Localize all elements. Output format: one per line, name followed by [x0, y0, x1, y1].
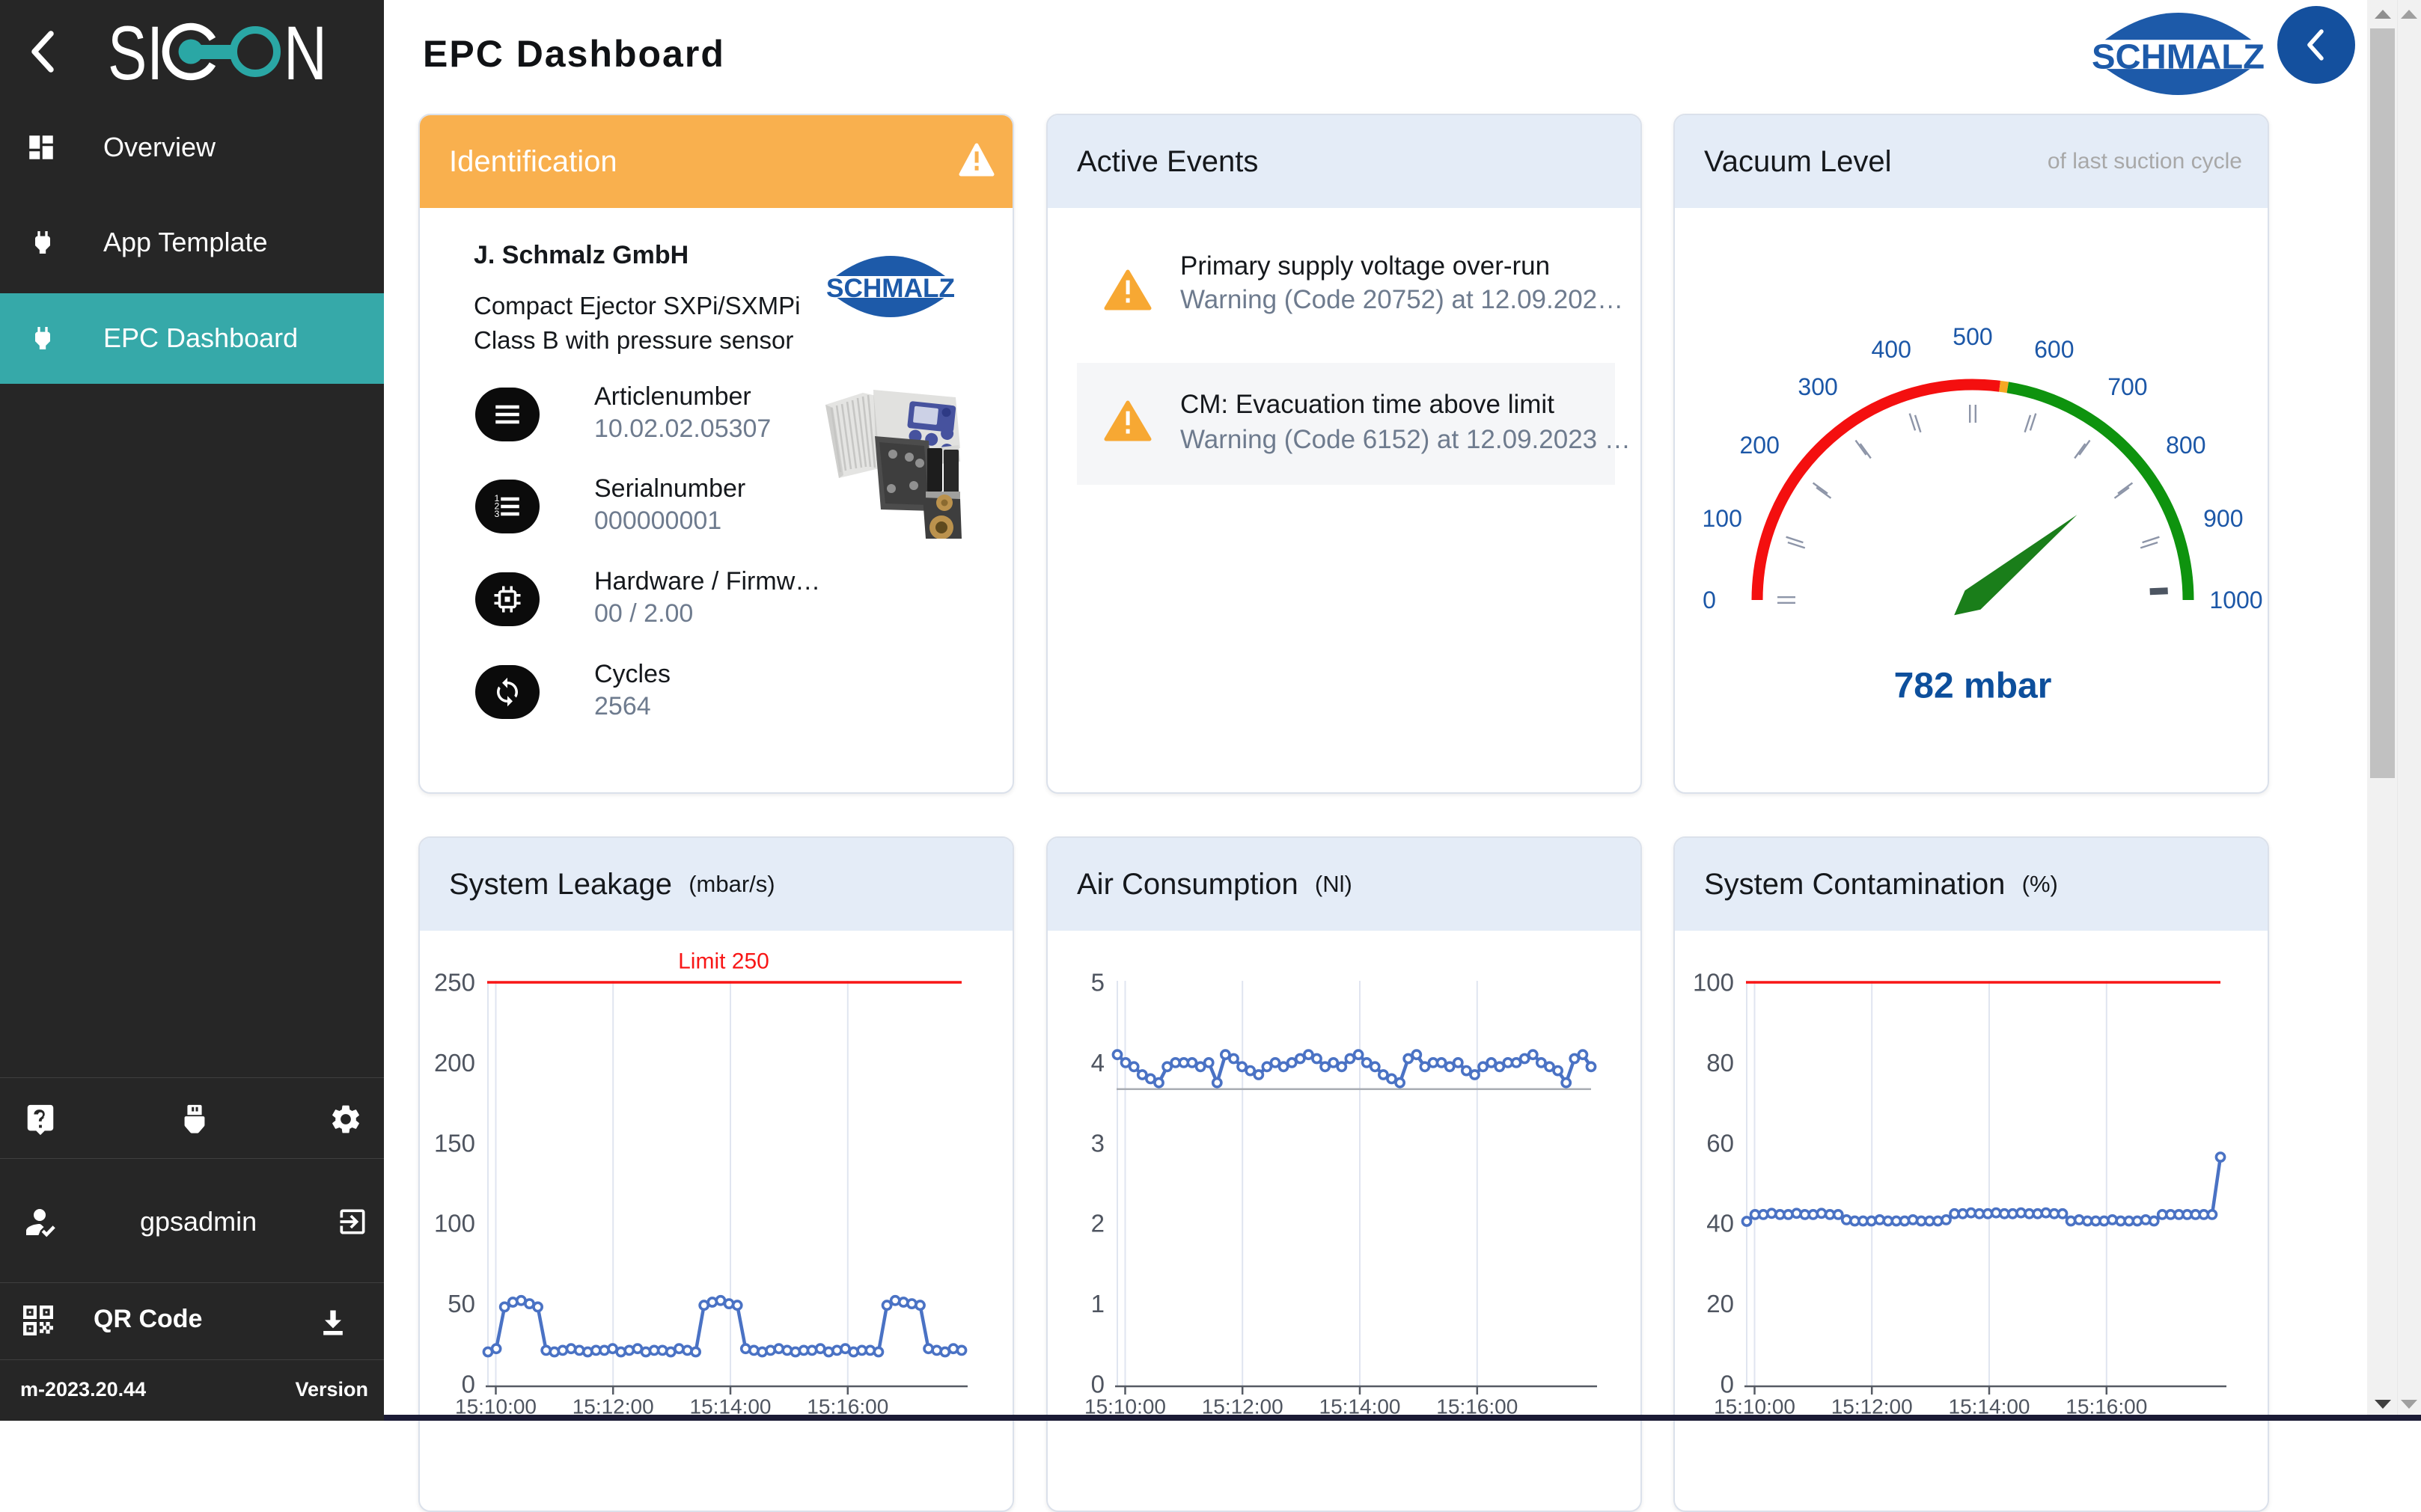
svg-text:300: 300: [1798, 373, 1837, 400]
svg-text:100: 100: [1703, 505, 1742, 532]
svg-text:250: 250: [434, 969, 475, 997]
svg-text:3: 3: [495, 509, 500, 519]
svg-text:782 mbar: 782 mbar: [1894, 667, 2052, 706]
svg-text:Limit 250: Limit 250: [678, 949, 769, 974]
svg-text:0: 0: [462, 1371, 475, 1398]
svg-text:600: 600: [2034, 336, 2074, 363]
svg-text:20: 20: [1706, 1290, 1734, 1317]
svg-text:1000: 1000: [2209, 587, 2262, 613]
svg-text:4: 4: [1091, 1049, 1105, 1077]
svg-text:200: 200: [1740, 432, 1780, 459]
svg-text:SCHMALZ: SCHMALZ: [2092, 37, 2265, 76]
svg-text:0: 0: [1721, 1371, 1734, 1398]
svg-text:40: 40: [1706, 1210, 1734, 1237]
svg-text:50: 50: [448, 1290, 475, 1317]
svg-text:N: N: [284, 10, 327, 96]
svg-text:500: 500: [1953, 323, 1992, 350]
svg-text:400: 400: [1872, 336, 1911, 363]
svg-text:0: 0: [1091, 1371, 1105, 1398]
svg-text:800: 800: [2166, 432, 2205, 459]
svg-text:3: 3: [1091, 1129, 1105, 1157]
svg-text:60: 60: [1706, 1129, 1734, 1157]
svg-text:SI: SI: [108, 10, 163, 96]
svg-text:0: 0: [1703, 587, 1716, 613]
svg-text:150: 150: [434, 1129, 475, 1157]
svg-text:900: 900: [2203, 505, 2243, 532]
svg-text:2: 2: [1091, 1210, 1105, 1237]
svg-text:5: 5: [1091, 969, 1105, 997]
svg-text:SCHMALZ: SCHMALZ: [826, 274, 955, 303]
svg-text:100: 100: [1693, 969, 1734, 997]
svg-text:80: 80: [1706, 1049, 1734, 1077]
svg-text:1: 1: [1091, 1290, 1105, 1317]
svg-text:700: 700: [2107, 373, 2147, 400]
svg-text:200: 200: [434, 1049, 475, 1077]
svg-text:100: 100: [434, 1210, 475, 1237]
